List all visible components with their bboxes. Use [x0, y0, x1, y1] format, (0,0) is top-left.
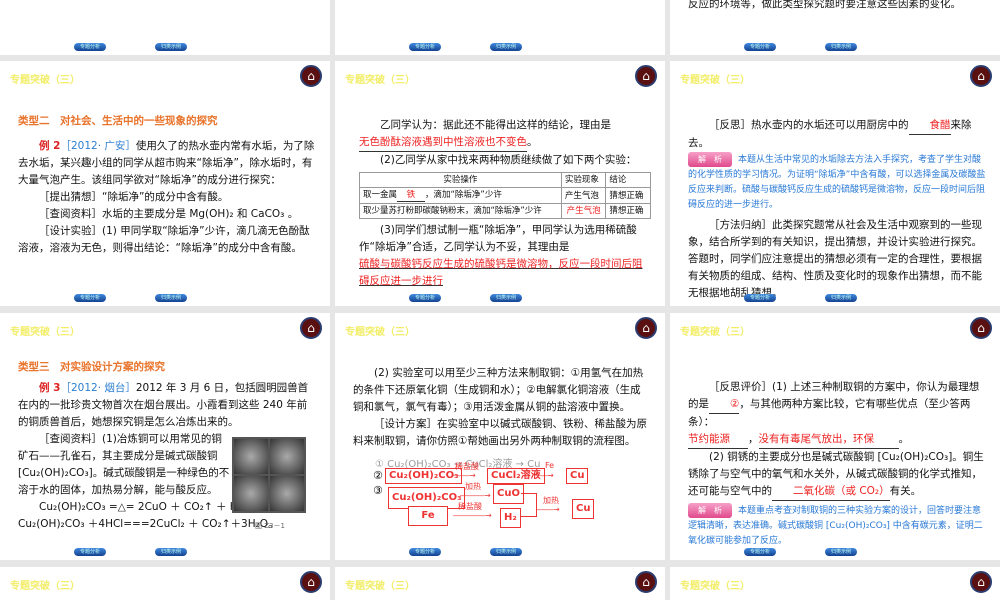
slide-header: 专题突破（三）: [345, 581, 415, 592]
answer: ②: [709, 396, 740, 414]
prev-button[interactable]: 专题分析: [744, 294, 776, 302]
slide-example-3: 专题突破（三） ⌂ 类型三 对实验设计方案的探究 例 3［2012· 烟台］20…: [0, 313, 330, 560]
next-button[interactable]: 归类示例: [825, 43, 857, 51]
next-button[interactable]: 归类示例: [490, 43, 522, 51]
next-button[interactable]: 归类示例: [490, 548, 522, 556]
answer: 无色酚酞溶液遇到中性溶液也不变色: [359, 134, 527, 152]
next-button[interactable]: 归类示例: [825, 548, 857, 556]
paragraph: 有关。: [889, 485, 922, 497]
answer: 食醋: [908, 117, 951, 135]
slide-top-right: 反应的环境等，做此类型探究题时要注意这些因素的变化。 专题分析 归类示例: [670, 0, 1000, 55]
next-button[interactable]: 归类示例: [155, 548, 187, 556]
home-icon[interactable]: ⌂: [970, 317, 992, 339]
next-button[interactable]: 归类示例: [490, 294, 522, 302]
flow-2-label: ②: [373, 469, 383, 482]
slide-header: 专题突破（三）: [345, 327, 415, 338]
slide-bottom-left: 专题突破（三） ⌂: [0, 567, 330, 600]
slide-top-middle: 专题分析 归类示例: [335, 0, 665, 55]
next-button[interactable]: 归类示例: [155, 43, 187, 51]
example-label: 例 3: [39, 382, 61, 394]
flow-node: Fe: [408, 506, 448, 526]
slide-bottom-right: 专题突破（三） ⌂: [670, 567, 1000, 600]
home-icon[interactable]: ⌂: [970, 571, 992, 593]
answer: 二氧化碳（或 CO₂）: [772, 483, 890, 501]
analysis-text: 本题从生活中常见的水垢除去方法入手探究，考查了学生对酸的化学性质的学习情况。为证…: [688, 155, 986, 210]
home-icon[interactable]: ⌂: [635, 571, 657, 593]
slide-header: 专题突破（三）: [680, 581, 750, 592]
slide-header: 专题突破（三）: [10, 75, 80, 86]
slide-text: 反应的环境等，做此类型探究题时要注意这些因素的变化。: [688, 0, 961, 10]
answer: 节约能源: [688, 431, 748, 449]
paragraph: 乙同学认为：据此还不能得出这样的结论，理由是: [380, 119, 611, 131]
analysis-tag: 解 析: [688, 503, 732, 518]
paragraph: ［提出猜想］“除垢净”的成分中含有酸。: [39, 191, 229, 203]
section-title: 类型二 对社会、生活中的一些现象的探究: [18, 115, 218, 127]
prev-button[interactable]: 专题分析: [744, 548, 776, 556]
flow-node: H₂: [500, 508, 521, 528]
flow-node: CuO: [493, 484, 524, 504]
prev-button[interactable]: 专题分析: [74, 548, 106, 556]
table-row: 取少量苏打粉即碳酸钠粉末，滴加“除垢净”少许 产生气泡 猜想正确: [359, 203, 651, 219]
prev-button[interactable]: 专题分析: [409, 548, 441, 556]
slide-example-2-analysis: 专题突破（三） ⌂ ［反思］热水壶内的水垢还可以用厨房中的 食醋来除去。 解 析本…: [670, 61, 1000, 306]
answer: 硫酸与碳酸钙反应生成的硫酸钙是微溶物，反应一段时间后阻碍反应进一步进行: [359, 258, 643, 287]
example-label: 例 2: [39, 140, 61, 152]
flow-node: Cu: [566, 468, 589, 484]
flow-node: Cu: [572, 499, 595, 519]
paragraph: ［设计实验］(1) 甲同学取“除垢净”少许，滴几滴无色酚酞溶液，溶液为无色，则得…: [18, 225, 310, 254]
paragraph: (2)乙同学从家中找来两种物质继续做了如下两个实验：: [380, 154, 637, 166]
figure-caption: 图 Z3－1: [255, 522, 285, 530]
flow-node: CuCl₂溶液: [487, 468, 545, 484]
paragraph: ［查阅资料］水垢的主要成分是 Mg(OH)₂ 和 CaCO₃ 。: [39, 208, 299, 220]
paragraph: ［设计方案］在实验室中以碱式碳酸铜、铁粉、稀盐酸为原料来制取铜，请你仿照①帮她画…: [353, 418, 647, 447]
paragraph: (3)同学们想试制一瓶“除垢净”，甲同学认为选用稀硫酸作“除垢净”合适，乙同学认…: [359, 224, 637, 253]
arrow-label: Fe: [545, 461, 555, 470]
prev-button[interactable]: 专题分析: [744, 43, 776, 51]
source: ［2012· 烟台］: [60, 382, 136, 394]
slide-header: 专题突破（三）: [10, 581, 80, 592]
slide-top-left: 专题分析 归类示例: [0, 0, 330, 55]
paragraph: ［方法归纳］此类探究题常从社会及生活中观察到的一些现象，结合所学到的有关知识，提…: [688, 219, 982, 299]
table-header: 实验操作: [359, 172, 562, 188]
home-icon[interactable]: ⌂: [300, 317, 322, 339]
slide-header: 专题突破（三）: [680, 327, 750, 338]
home-icon[interactable]: ⌂: [300, 65, 322, 87]
slide-header: 专题突破（三）: [680, 75, 750, 86]
analysis-text: 本题重点考查对制取铜的三种实验方案的设计，回答时要注意逻辑清晰，表达准确。碱式碳…: [688, 506, 983, 546]
analysis-tag: 解 析: [688, 152, 732, 167]
paragraph: (2) 实验室可以用至少三种方法来制取铜：①用氢气在加热的条件下还原氧化铜（生成…: [353, 367, 644, 413]
slide-example-2-cont: 专题突破（三） ⌂ 乙同学认为：据此还不能得出这样的结论，理由是 无色酚酞溶液遇…: [335, 61, 665, 306]
slide-example-3-reflection: 专题突破（三） ⌂ ［反思评价］(1) 上述三种制取铜的方案中，你认为最理想的是…: [670, 313, 1000, 560]
slide-example-2: 专题突破（三） ⌂ 类型二 对社会、生活中的一些现象的探究 例 2［2012· …: [0, 61, 330, 306]
home-icon[interactable]: ⌂: [300, 571, 322, 593]
next-button[interactable]: 归类示例: [155, 294, 187, 302]
prev-button[interactable]: 专题分析: [409, 294, 441, 302]
slide-header: 专题突破（三）: [10, 327, 80, 338]
flow-3-label: ③: [373, 484, 383, 497]
prev-button[interactable]: 专题分析: [74, 294, 106, 302]
bronze-heads-image: [232, 437, 306, 513]
next-button[interactable]: 归类示例: [825, 294, 857, 302]
home-icon[interactable]: ⌂: [635, 65, 657, 87]
experiment-table: 实验操作 实验现象 结论 取一金属铁，滴加“除垢净”少许 产生气泡 猜想正确 取少量苏打…: [359, 172, 651, 219]
paragraph: ［反思］热水壶内的水垢还可以用厨房中的: [709, 119, 909, 131]
prev-button[interactable]: 专题分析: [409, 43, 441, 51]
bracket: [521, 493, 537, 517]
slide-header: 专题突破（三）: [345, 75, 415, 86]
paragraph: ［查阅资料］(1)冶炼铜可以用常见的铜矿石——孔雀石，其主要成分是碱式碳酸铜[C…: [18, 433, 230, 496]
slide-example-3-design: 专题突破（三） ⌂ (2) 实验室可以用至少三种方法来制取铜：①用氢气在加热的条…: [335, 313, 665, 560]
home-icon[interactable]: ⌂: [970, 65, 992, 87]
table-header: 实验现象: [560, 172, 607, 188]
table-row: 取一金属铁，滴加“除垢净”少许 产生气泡 猜想正确: [359, 187, 651, 204]
home-icon[interactable]: ⌂: [635, 317, 657, 339]
table-header: 结论: [605, 172, 651, 188]
flow-node: Cu₂(OH)₂CO₃: [385, 468, 463, 484]
prev-button[interactable]: 专题分析: [74, 43, 106, 51]
answer: 没有有毒尾气放出，环保: [758, 431, 899, 449]
section-title: 类型三 对实验设计方案的探究: [18, 361, 165, 373]
source: ［2012· 广安］: [60, 140, 136, 152]
slide-bottom-middle: 专题突破（三） ⌂: [335, 567, 665, 600]
